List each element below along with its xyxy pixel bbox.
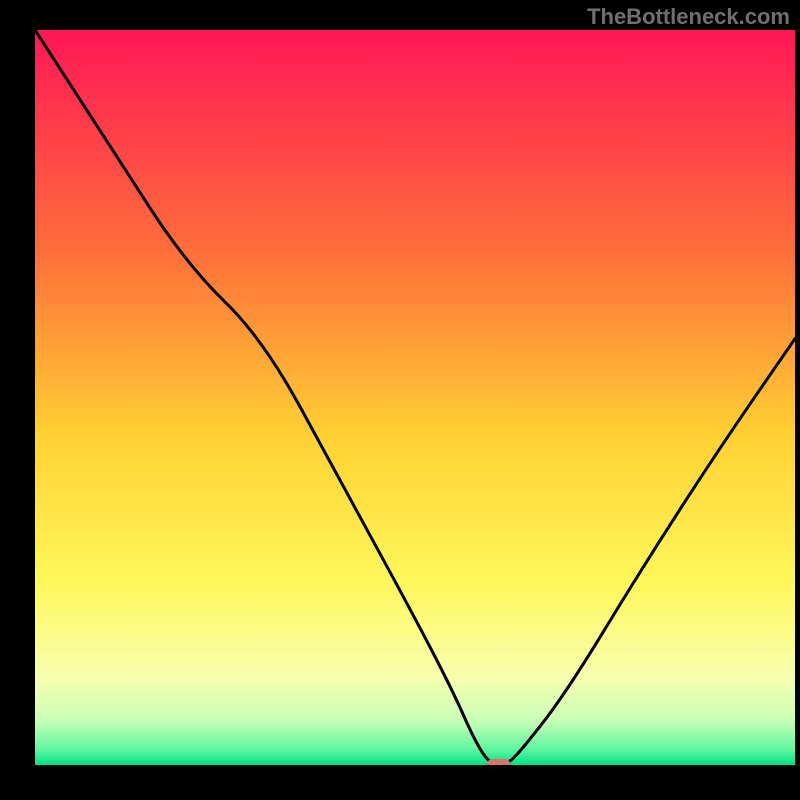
plot-background	[35, 30, 795, 765]
chart-container: TheBottleneck.com	[0, 0, 800, 800]
frame-bottom	[0, 765, 800, 800]
chart-svg	[0, 0, 800, 800]
frame-right	[795, 0, 800, 800]
frame-left	[0, 0, 35, 800]
watermark-text: TheBottleneck.com	[587, 4, 790, 30]
